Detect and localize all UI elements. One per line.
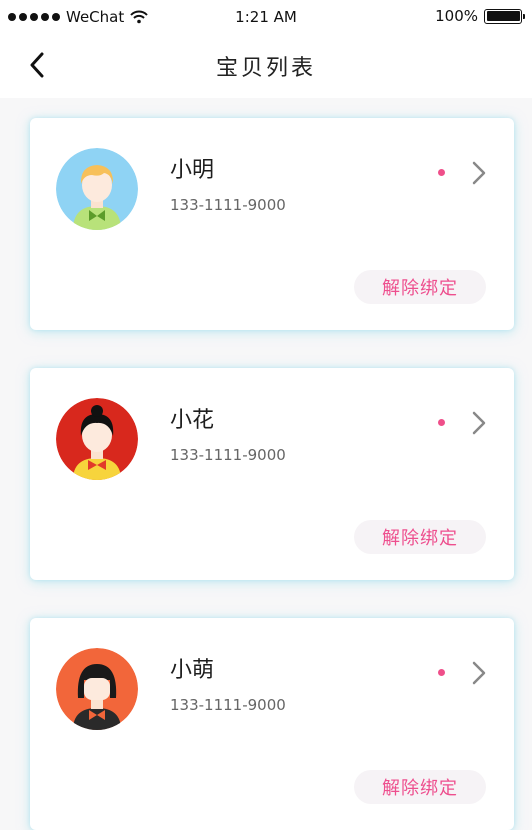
unread-dot <box>438 169 445 176</box>
chevron-right-icon <box>472 661 486 685</box>
status-bar: WeChat 1:21 AM 100% <box>0 0 532 34</box>
bob-hair-avatar-icon <box>56 648 138 730</box>
avatar <box>56 148 138 230</box>
unbind-button[interactable]: 解除绑定 <box>354 520 486 554</box>
unread-dot <box>438 419 445 426</box>
child-phone: 133-1111-9000 <box>170 196 286 214</box>
detail-chevron-button[interactable] <box>468 658 490 688</box>
unbind-button[interactable]: 解除绑定 <box>354 770 486 804</box>
detail-chevron-button[interactable] <box>468 408 490 438</box>
detail-chevron-button[interactable] <box>468 158 490 188</box>
child-card[interactable]: 小明 133-1111-9000 解除绑定 <box>30 118 514 330</box>
avatar <box>56 398 138 480</box>
child-phone: 133-1111-9000 <box>170 696 286 714</box>
unread-dot <box>438 669 445 676</box>
child-phone: 133-1111-9000 <box>170 446 286 464</box>
chevron-right-icon <box>472 161 486 185</box>
girl-avatar-icon <box>56 398 138 480</box>
page-title: 宝贝列表 <box>215 56 316 81</box>
child-name: 小花 <box>170 408 215 433</box>
child-name: 小明 <box>170 158 215 183</box>
child-card[interactable]: 小萌 133-1111-9000 解除绑定 <box>30 618 514 830</box>
chevron-right-icon <box>472 411 486 435</box>
avatar <box>56 648 138 730</box>
boy-avatar-icon <box>56 148 138 230</box>
battery-icon <box>484 8 525 24</box>
child-card[interactable]: 小花 133-1111-9000 解除绑定 <box>30 368 514 580</box>
child-name: 小萌 <box>170 658 215 683</box>
battery-percent: 100% <box>435 7 478 25</box>
unbind-button[interactable]: 解除绑定 <box>354 270 486 304</box>
nav-bar: 宝贝列表 <box>0 34 532 98</box>
status-right: 100% <box>435 7 525 25</box>
